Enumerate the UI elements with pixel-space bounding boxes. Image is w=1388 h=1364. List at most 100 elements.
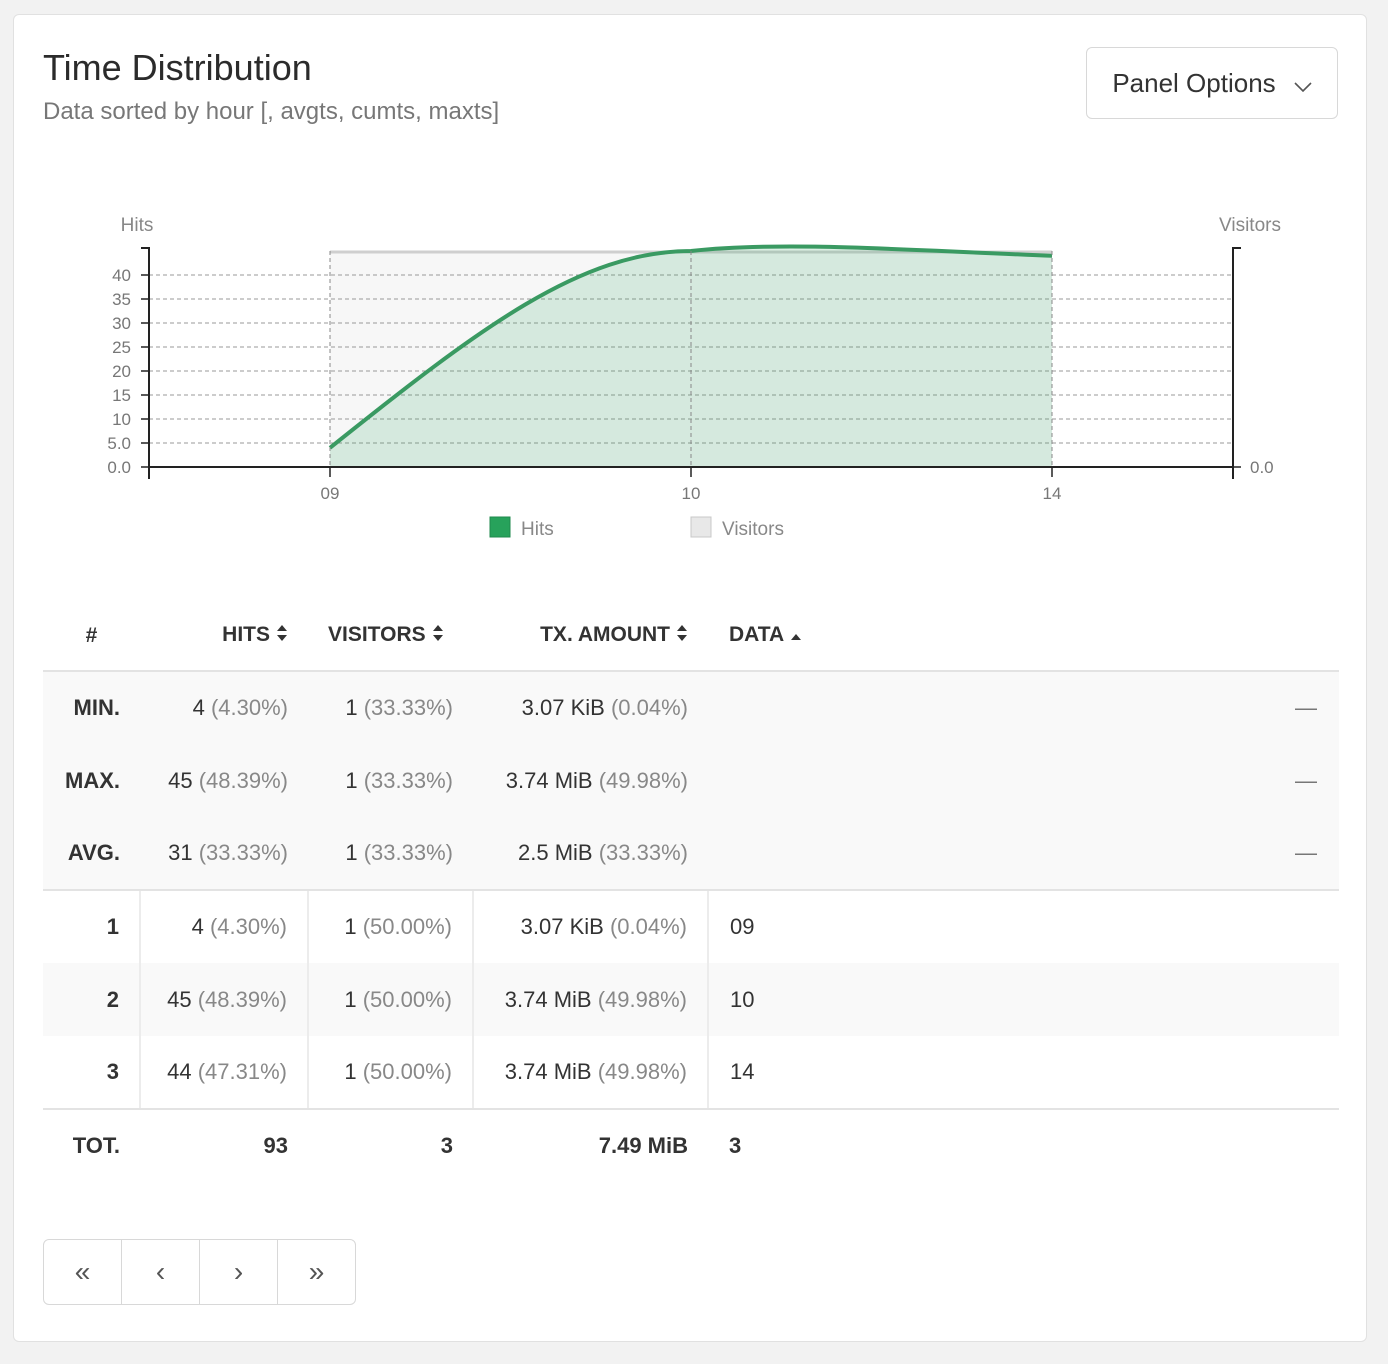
header-tx-amount[interactable]: TX. AMOUNT bbox=[473, 601, 708, 672]
value: 3.07 KiB bbox=[521, 695, 605, 720]
row-index: 2 bbox=[43, 963, 141, 1036]
meta-tx: 3.07 KiB (0.04%) bbox=[473, 671, 708, 744]
row-hits: 45 (48.39%) bbox=[140, 963, 309, 1036]
row-visitors: 1 (50.00%) bbox=[308, 1036, 474, 1110]
value: 3.07 KiB bbox=[520, 914, 604, 939]
x-tick-label: 10 bbox=[682, 484, 701, 503]
meta-dash: — bbox=[1295, 767, 1317, 793]
legend-label: Visitors bbox=[722, 519, 784, 540]
percent: (33.33%) bbox=[363, 695, 453, 720]
row-index: 1 bbox=[43, 890, 141, 963]
previous-page-button[interactable]: ‹ bbox=[122, 1240, 200, 1304]
row-tx: 3.74 MiB (49.98%) bbox=[473, 1036, 709, 1110]
percent: (47.31%) bbox=[197, 1059, 287, 1084]
row-data: 14 bbox=[708, 1036, 1339, 1110]
value: 44 bbox=[167, 1059, 192, 1084]
y-tick-label: 30 bbox=[112, 314, 131, 333]
x-tick-label: 09 bbox=[321, 484, 340, 503]
table-header-row: # HITS VISITORS TX. AMOUNT DATA bbox=[43, 601, 1339, 672]
total-hits: 93 bbox=[263, 1133, 288, 1158]
chevron-left-icon: ‹ bbox=[155, 1256, 166, 1287]
legend-label: Hits bbox=[521, 519, 554, 540]
value: 1 bbox=[345, 840, 358, 865]
y-tick-label: 20 bbox=[112, 362, 131, 381]
percent: (48.39%) bbox=[197, 986, 287, 1012]
meta-label: AVG. bbox=[43, 817, 140, 891]
percent: (33.33%) bbox=[198, 840, 288, 865]
chevron-right-icon: › bbox=[233, 1256, 244, 1287]
y-tick-label: 5.0 bbox=[107, 434, 131, 453]
left-axis bbox=[141, 247, 150, 479]
sort-both-icon bbox=[676, 624, 688, 648]
percent: (50.00%) bbox=[362, 914, 452, 939]
meta-label: MAX. bbox=[65, 767, 120, 793]
header-visitors-label: VISITORS bbox=[328, 623, 426, 647]
sort-both-icon bbox=[432, 624, 444, 648]
double-chevron-left-icon: « bbox=[74, 1256, 91, 1287]
total-visitors: 3 bbox=[440, 1133, 453, 1158]
percent: (33.33%) bbox=[598, 840, 688, 865]
legend-swatch bbox=[690, 516, 712, 538]
time-distribution-panel: Time Distribution Data sorted by hour [,… bbox=[13, 14, 1367, 1342]
value: 3.74 MiB bbox=[505, 767, 593, 793]
row-visitors: 1 (50.00%) bbox=[308, 890, 474, 963]
value: 1 bbox=[344, 986, 357, 1012]
panel-subtitle: Data sorted by hour [, avgts, cumts, max… bbox=[43, 98, 500, 125]
header-data[interactable]: DATA bbox=[708, 601, 1339, 672]
row-tx: 3.07 KiB (0.04%) bbox=[473, 890, 709, 963]
meta-hits: 31 (33.33%) bbox=[140, 817, 308, 891]
meta-label: MIN. bbox=[73, 695, 120, 720]
percent: (4.30%) bbox=[209, 914, 287, 939]
table-row[interactable]: 2 45 (48.39%) 1 (50.00%) 3.74 MiB (49.98… bbox=[43, 963, 1339, 1036]
last-page-button[interactable]: » bbox=[278, 1240, 355, 1304]
value: 45 bbox=[167, 986, 192, 1012]
y-tick-label: 15 bbox=[112, 386, 131, 405]
value: 4 bbox=[192, 695, 205, 720]
table-row[interactable]: 1 4 (4.30%) 1 (50.00%) 3.07 KiB (0.04%) … bbox=[43, 890, 1339, 963]
row-tx: 3.74 MiB (49.98%) bbox=[473, 963, 709, 1036]
value: 1 bbox=[345, 767, 358, 793]
header-hits[interactable]: HITS bbox=[140, 601, 308, 672]
y-tick-label: 35 bbox=[112, 290, 131, 309]
meta-dash: — bbox=[708, 817, 1339, 891]
total-row: TOT. 93 3 7.49 MiB 3 bbox=[43, 1109, 1339, 1182]
value: 2.5 MiB bbox=[518, 840, 593, 865]
percent: (50.00%) bbox=[362, 986, 452, 1012]
y-axis-title-right: Visitors bbox=[1219, 215, 1281, 236]
table-row[interactable]: 3 44 (47.31%) 1 (50.00%) 3.74 MiB (49.98… bbox=[43, 1036, 1339, 1110]
meta-hits: 45 (48.39%) bbox=[140, 744, 308, 817]
value: 4 bbox=[191, 914, 204, 939]
chevron-down-icon bbox=[1294, 68, 1312, 99]
first-page-button[interactable]: « bbox=[44, 1240, 122, 1304]
row-data: 10 bbox=[730, 986, 755, 1012]
meta-visitors: 1 (33.33%) bbox=[308, 817, 473, 891]
total-data: 3 bbox=[729, 1133, 742, 1158]
panel-options-label: Panel Options bbox=[1112, 67, 1276, 98]
percent: (50.00%) bbox=[362, 1059, 452, 1084]
y-tick-label: 40 bbox=[112, 266, 131, 285]
double-chevron-right-icon: » bbox=[308, 1256, 325, 1287]
percent: (33.33%) bbox=[363, 767, 453, 793]
row-hits: 44 (47.31%) bbox=[140, 1036, 309, 1110]
meta-row-avg: AVG. 31 (33.33%) 1 (33.33%) 2.5 MiB (33.… bbox=[43, 817, 1339, 891]
meta-hits: 4 (4.30%) bbox=[140, 671, 308, 744]
value: 1 bbox=[345, 695, 358, 720]
percent: (33.33%) bbox=[363, 840, 453, 865]
meta-visitors: 1 (33.33%) bbox=[308, 671, 473, 744]
value: 3.74 MiB bbox=[504, 1059, 592, 1084]
total-tx: 7.49 MiB bbox=[598, 1133, 688, 1158]
row-hits: 4 (4.30%) bbox=[140, 890, 309, 963]
meta-tx: 3.74 MiB (49.98%) bbox=[473, 744, 708, 817]
percent: (49.98%) bbox=[598, 767, 688, 793]
row-data: 09 bbox=[730, 914, 755, 939]
percent: (4.30%) bbox=[210, 695, 288, 720]
panel-title: Time Distribution bbox=[43, 47, 312, 88]
meta-row-min: MIN. 4 (4.30%) 1 (33.33%) 3.07 KiB (0.04… bbox=[43, 671, 1339, 744]
data-table: # HITS VISITORS TX. AMOUNT DATA MIN. 4 (… bbox=[43, 601, 1339, 1182]
panel-options-button[interactable]: Panel Options bbox=[1086, 47, 1338, 119]
percent: (49.98%) bbox=[597, 986, 687, 1012]
header-visitors[interactable]: VISITORS bbox=[308, 601, 473, 672]
y-axis-title-left: Hits bbox=[121, 215, 154, 236]
percent: (48.39%) bbox=[198, 767, 288, 793]
next-page-button[interactable]: › bbox=[200, 1240, 278, 1304]
